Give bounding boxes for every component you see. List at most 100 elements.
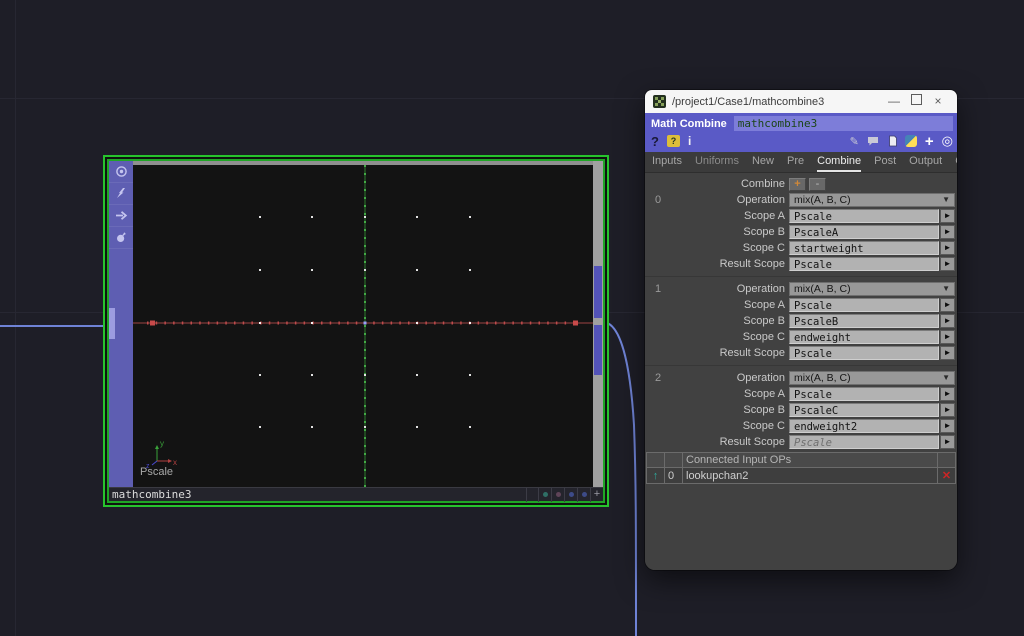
maroon-dot-icon <box>556 492 561 497</box>
python-help-icon[interactable]: ? <box>667 135 680 147</box>
scope-row: Result Scope Pscale► <box>645 256 957 272</box>
dialog-title: /project1/Case1/mathcombine3 <box>672 96 883 108</box>
teal-dot-icon <box>543 492 548 497</box>
arrow-icon[interactable] <box>109 205 133 227</box>
scope-a-field[interactable]: Pscale <box>789 209 939 223</box>
result-scope-field[interactable]: Pscale <box>789 346 939 360</box>
scope-a-field[interactable]: Pscale <box>789 298 939 312</box>
scope-c-field[interactable]: startweight <box>789 241 939 255</box>
viewer-right-scrollbar[interactable] <box>593 161 603 487</box>
scope-menu-button[interactable]: ► <box>940 257 955 271</box>
operation-dropdown[interactable]: mix(A, B, C) ▼ <box>789 282 955 296</box>
remove-combine-button[interactable]: - <box>809 178 826 191</box>
scope-row: Result Scope Pscale► <box>645 434 957 450</box>
display-icon[interactable] <box>109 161 133 183</box>
maximize-button[interactable] <box>905 90 927 113</box>
side-scroll-handle[interactable] <box>109 308 115 339</box>
scope-menu-button[interactable]: ► <box>940 209 955 223</box>
scope-menu-button[interactable]: ► <box>940 346 955 360</box>
tab-output[interactable]: Output <box>909 152 942 172</box>
operation-value: mix(A, B, C) <box>794 282 942 296</box>
viewer-canvas[interactable]: y x z Pscale <box>133 165 593 487</box>
minimize-button[interactable]: — <box>883 90 905 113</box>
footer-toggle-teal[interactable] <box>538 488 551 502</box>
connected-input-ops-table: Connected Input OPs ↑ 0 lookupchan2 ✕ <box>646 452 956 484</box>
footer-add-button[interactable]: + <box>590 488 603 502</box>
result-scope-field[interactable]: Pscale <box>789 435 939 449</box>
scroll-handle-upper[interactable] <box>594 266 602 318</box>
scope-menu-button[interactable]: ► <box>940 314 955 328</box>
footer-spacer <box>526 488 538 502</box>
copernicus-icon[interactable]: ◎ <box>942 133 953 149</box>
block-separator <box>645 272 957 281</box>
scope-b-field[interactable]: PscaleC <box>789 403 939 417</box>
move-up-button[interactable]: ↑ <box>647 468 665 483</box>
info-icon[interactable]: i <box>688 134 691 148</box>
parameter-body: Combine + - 0 Operation mix(A, B, C) ▼ S… <box>645 173 957 570</box>
scope-row: Scope C startweight► <box>645 240 957 256</box>
tab-new[interactable]: New <box>752 152 774 172</box>
scope-c-field[interactable]: endweight2 <box>789 419 939 433</box>
tab-post[interactable]: Post <box>874 152 896 172</box>
operation-row: 1 Operation mix(A, B, C) ▼ <box>645 281 957 297</box>
scope-b-field[interactable]: PscaleB <box>789 314 939 328</box>
op-icon <box>653 95 666 108</box>
close-button[interactable]: × <box>927 90 949 113</box>
scope-menu-button[interactable]: ► <box>940 387 955 401</box>
scope-menu-button[interactable]: ► <box>940 241 955 255</box>
scope-row: Result Scope Pscale► <box>645 345 957 361</box>
block-index: 1 <box>645 283 673 295</box>
clipboard-icon[interactable] <box>887 135 897 147</box>
result-scope-label: Result Scope <box>673 258 789 270</box>
op-name-field[interactable]: mathcombine3 <box>734 116 953 131</box>
add-icon[interactable]: + <box>925 133 934 150</box>
scope-menu-button[interactable]: ► <box>940 330 955 344</box>
lightning-icon[interactable] <box>109 183 133 205</box>
comment-icon[interactable] <box>867 136 879 146</box>
result-scope-label: Result Scope <box>673 347 789 359</box>
tab-common[interactable]: Common <box>955 152 957 172</box>
scope-menu-button[interactable]: ► <box>940 419 955 433</box>
scope-menu-button[interactable]: ► <box>940 298 955 312</box>
op-type-label: Math Combine <box>651 118 727 130</box>
python-icon[interactable] <box>905 135 917 147</box>
tab-combine[interactable]: Combine <box>817 152 861 172</box>
tab-inputs[interactable]: Inputs <box>652 152 682 172</box>
viewer-side-toolbar <box>109 161 133 487</box>
viewer-node-name: mathcombine3 <box>109 488 526 501</box>
add-combine-button[interactable]: + <box>789 178 806 191</box>
arrow-up-icon: ↑ <box>653 470 659 482</box>
delete-row-button[interactable]: ✕ <box>938 468 955 483</box>
bomb-icon[interactable] <box>109 227 133 249</box>
scope-menu-button[interactable]: ► <box>940 403 955 417</box>
scope-row: Scope B PscaleA► <box>645 224 957 240</box>
tab-pre[interactable]: Pre <box>787 152 804 172</box>
scope-row: Scope C endweight► <box>645 329 957 345</box>
operation-label: Operation <box>673 194 789 206</box>
op-header: Math Combine mathcombine3 ? ? i ✎ + ◎ <box>645 113 957 152</box>
footer-toggle-maroon[interactable] <box>551 488 564 502</box>
operation-dropdown[interactable]: mix(A, B, C) ▼ <box>789 371 955 385</box>
help-icon[interactable]: ? <box>651 134 659 149</box>
dialog-titlebar[interactable]: /project1/Case1/mathcombine3 — × <box>645 90 957 113</box>
tab-uniforms[interactable]: Uniforms <box>695 152 739 172</box>
result-scope-field[interactable]: Pscale <box>789 257 939 271</box>
scroll-handle-lower[interactable] <box>594 325 602 375</box>
network-editor-background[interactable]: y x z Pscale mathcombine3 + <box>0 0 1024 636</box>
scope-a-label: Scope A <box>673 299 789 311</box>
operation-label: Operation <box>673 283 789 295</box>
input-op-name[interactable]: lookupchan2 <box>683 468 938 483</box>
combine-count-row: Combine + - <box>645 176 957 192</box>
scope-c-field[interactable]: endweight <box>789 330 939 344</box>
scope-a-field[interactable]: Pscale <box>789 387 939 401</box>
operation-row: 2 Operation mix(A, B, C) ▼ <box>645 370 957 386</box>
operation-dropdown[interactable]: mix(A, B, C) ▼ <box>789 193 955 207</box>
edit-pencil-icon[interactable]: ✎ <box>850 135 859 148</box>
scope-menu-button[interactable]: ► <box>940 225 955 239</box>
scope-b-field[interactable]: PscaleA <box>789 225 939 239</box>
scope-menu-button[interactable]: ► <box>940 435 955 449</box>
blue-dot-icon <box>582 492 587 497</box>
footer-toggle-blue1[interactable] <box>564 488 577 502</box>
scope-b-label: Scope B <box>673 404 789 416</box>
footer-toggle-blue2[interactable] <box>577 488 590 502</box>
